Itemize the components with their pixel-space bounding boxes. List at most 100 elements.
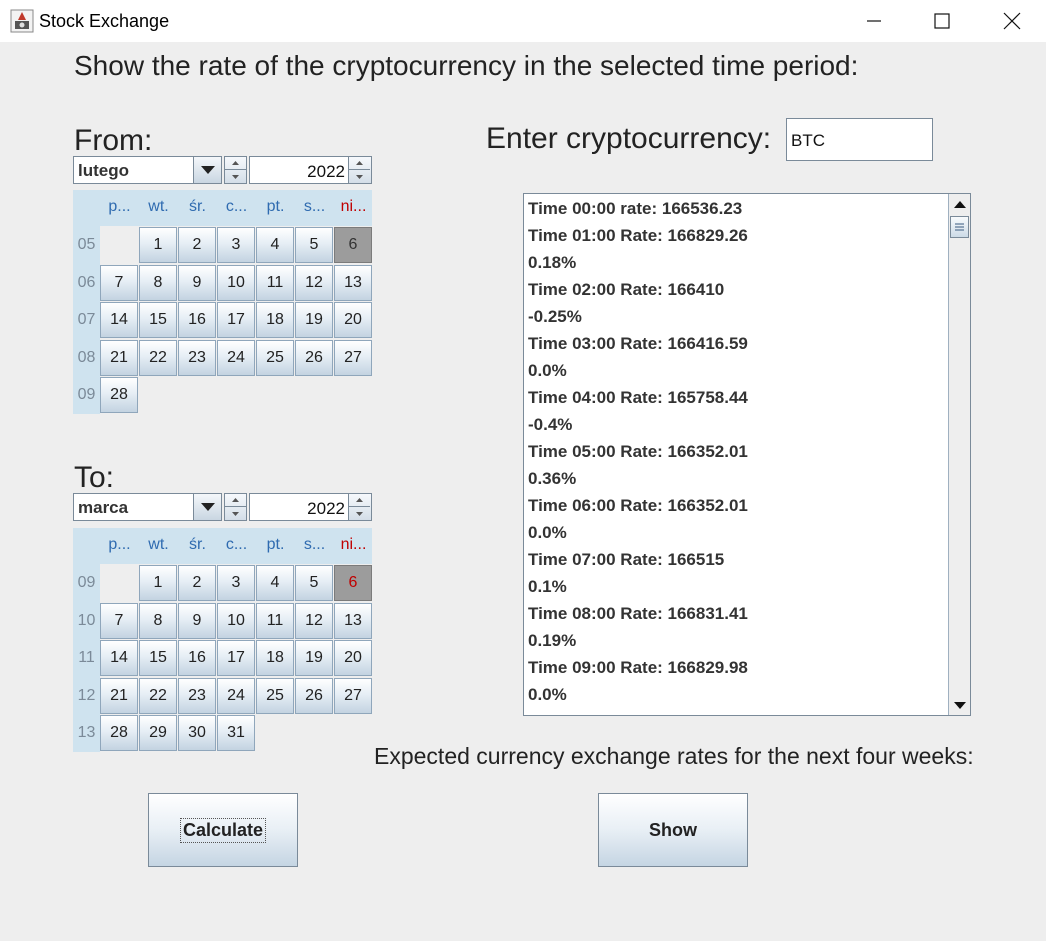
rates-scrollbar[interactable]: [948, 194, 970, 715]
to-day-cell[interactable]: 28: [100, 715, 138, 751]
from-day-cell[interactable]: 2: [178, 227, 216, 263]
to-month-combo[interactable]: marca: [73, 493, 222, 521]
from-week-number: 09: [77, 386, 96, 403]
from-day-cell[interactable]: 5: [295, 227, 333, 263]
to-day-cell[interactable]: 5: [295, 565, 333, 601]
to-day-cell[interactable]: 14: [100, 640, 138, 676]
minimize-button[interactable]: [839, 0, 909, 42]
to-year-spin[interactable]: [348, 494, 371, 520]
to-day-cell[interactable]: 18: [256, 640, 294, 676]
scroll-thumb[interactable]: [950, 216, 969, 238]
from-day-cell[interactable]: 3: [217, 227, 255, 263]
from-month-spin-down[interactable]: [225, 170, 246, 183]
to-day-cell[interactable]: 13: [334, 602, 372, 639]
to-day-cell[interactable]: 8: [139, 602, 177, 639]
to-day-cell[interactable]: 16: [178, 640, 216, 676]
from-day-cell[interactable]: 17: [217, 302, 255, 338]
to-day-cell[interactable]: 11: [256, 602, 294, 639]
to-month-spinner[interactable]: [224, 493, 247, 521]
to-day-cell[interactable]: 23: [178, 677, 216, 714]
to-day-cell[interactable]: 21: [100, 677, 138, 714]
to-day-cell[interactable]: 6: [334, 565, 372, 601]
to-year-spin-up[interactable]: [349, 494, 370, 507]
from-month-spinner[interactable]: [224, 156, 247, 184]
to-day-cell[interactable]: 2: [178, 565, 216, 601]
to-month-spin-up[interactable]: [225, 494, 246, 507]
calculate-button[interactable]: Calculate: [148, 793, 298, 867]
to-year-spin-down[interactable]: [349, 507, 370, 520]
from-year-spinner[interactable]: 2022: [249, 156, 372, 184]
from-day-cell[interactable]: 15: [139, 302, 177, 338]
to-calendar: p... wt. śr. c... pt. s... ni... 09 1 2 3 4 5 6 10 7 8 9 1…: [73, 528, 372, 752]
crypto-input[interactable]: BTC: [786, 118, 933, 161]
to-day-cell[interactable]: 7: [100, 602, 138, 639]
to-year-spinner[interactable]: 2022: [249, 493, 372, 521]
from-weekday-label: c...: [225, 198, 248, 215]
to-day-cell[interactable]: 1: [139, 565, 177, 601]
from-year-spin[interactable]: [348, 157, 371, 183]
from-day-cell[interactable]: 14: [100, 302, 138, 338]
to-day-cell[interactable]: 29: [139, 715, 177, 751]
show-button-label: Show: [649, 819, 697, 840]
from-day-cell[interactable]: 24: [217, 339, 255, 376]
close-button[interactable]: [977, 0, 1046, 42]
from-day-cell[interactable]: 28: [100, 377, 138, 413]
show-button[interactable]: Show: [598, 793, 748, 867]
from-day-cell[interactable]: 7: [100, 264, 138, 301]
to-day-cell[interactable]: 4: [256, 565, 294, 601]
from-day-cell[interactable]: 16: [178, 302, 216, 338]
spin-up-icon: [232, 498, 239, 502]
from-day-cell[interactable]: 19: [295, 302, 333, 338]
to-day-cell[interactable]: 27: [334, 677, 372, 714]
from-day-cell[interactable]: 8: [139, 264, 177, 301]
from-day-cell[interactable]: 27: [334, 339, 372, 376]
from-month-combo[interactable]: lutego: [73, 156, 222, 184]
to-day-cell[interactable]: 20: [334, 640, 372, 676]
to-day-cell[interactable]: 3: [217, 565, 255, 601]
scroll-down-button[interactable]: [949, 695, 970, 715]
page-heading: Show the rate of the cryptocurrency in t…: [74, 50, 859, 81]
spin-up-icon: [232, 161, 239, 165]
to-month-spin-down[interactable]: [225, 507, 246, 520]
to-day-cell[interactable]: 12: [295, 602, 333, 639]
from-year-spin-up[interactable]: [349, 157, 370, 170]
to-day-cell[interactable]: 24: [217, 677, 255, 714]
maximize-button[interactable]: [907, 0, 977, 42]
from-day-cell[interactable]: 13: [334, 264, 372, 301]
from-day-cell[interactable]: 22: [139, 339, 177, 376]
scroll-up-button[interactable]: [949, 194, 970, 214]
to-day-cell[interactable]: 15: [139, 640, 177, 676]
rates-list-item: -0.25%: [528, 307, 582, 326]
to-day-cell[interactable]: 19: [295, 640, 333, 676]
from-month-spin-up[interactable]: [225, 157, 246, 170]
arrow-up-icon: [953, 200, 966, 208]
from-day-cell[interactable]: 18: [256, 302, 294, 338]
from-day-cell[interactable]: 6: [334, 227, 372, 263]
from-day-cell[interactable]: 12: [295, 264, 333, 301]
from-day-cell[interactable]: 20: [334, 302, 372, 338]
rates-list[interactable]: Time 00:00 rate: 166536.23 Time 01:00 Rat…: [523, 193, 971, 716]
to-day-cell[interactable]: 17: [217, 640, 255, 676]
to-weekday-label: pt.: [266, 536, 285, 553]
from-day-cell[interactable]: 25: [256, 339, 294, 376]
from-month-dropdown-button[interactable]: [193, 157, 221, 183]
to-day-cell[interactable]: 25: [256, 677, 294, 714]
to-day-cell[interactable]: 30: [178, 715, 216, 751]
java-app-icon: [10, 9, 34, 33]
to-day-cell[interactable]: 10: [217, 602, 255, 639]
to-day-cell[interactable]: 22: [139, 677, 177, 714]
from-day-cell[interactable]: 10: [217, 264, 255, 301]
to-day-cell[interactable]: 31: [217, 715, 255, 751]
to-day-cell[interactable]: 9: [178, 602, 216, 639]
from-day-cell[interactable]: 1: [139, 227, 177, 263]
from-day-cell[interactable]: 21: [100, 339, 138, 376]
to-month-dropdown-button[interactable]: [193, 494, 221, 520]
from-day-cell[interactable]: 4: [256, 227, 294, 263]
from-day-cell[interactable]: 26: [295, 339, 333, 376]
from-day-cell[interactable]: 11: [256, 264, 294, 301]
from-day-cell[interactable]: 9: [178, 264, 216, 301]
main-panel: Show the rate of the cryptocurrency in t…: [0, 42, 1046, 941]
from-day-cell[interactable]: 23: [178, 339, 216, 376]
from-year-spin-down[interactable]: [349, 170, 370, 183]
to-day-cell[interactable]: 26: [295, 677, 333, 714]
